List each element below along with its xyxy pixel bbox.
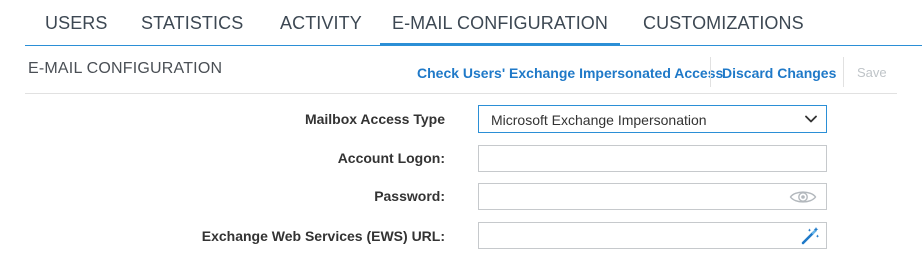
mailbox-access-type-label: Mailbox Access Type: [304, 111, 445, 127]
section-title: E-MAIL CONFIGURATION: [28, 60, 223, 77]
password-label: Password:: [374, 188, 445, 204]
ews-url-label: Exchange Web Services (EWS) URL:: [201, 228, 445, 244]
password-field: [478, 183, 827, 210]
ews-url-input[interactable]: [479, 223, 826, 248]
account-logon-field: [478, 145, 827, 172]
password-input[interactable]: [479, 184, 826, 209]
eye-icon[interactable]: [789, 189, 817, 205]
tab-bar: USERS STATISTICS ACTIVITY E-MAIL CONFIGU…: [25, 0, 922, 46]
tab-users[interactable]: USERS: [45, 13, 108, 46]
tab-email-configuration[interactable]: E-MAIL CONFIGURATION: [380, 13, 620, 46]
save-button[interactable]: Save: [857, 65, 887, 80]
ews-url-field: [478, 222, 827, 249]
mailbox-access-type-select[interactable]: Microsoft Exchange Impersonation: [478, 105, 827, 133]
account-logon-label: Account Logon:: [337, 150, 445, 166]
discard-changes-link[interactable]: Discard Changes: [722, 65, 836, 81]
account-logon-input[interactable]: [479, 146, 826, 171]
divider: [843, 57, 844, 87]
tab-activity[interactable]: ACTIVITY: [280, 13, 362, 46]
chevron-down-icon: [805, 115, 817, 123]
magic-wand-icon[interactable]: [800, 226, 820, 246]
tab-statistics[interactable]: STATISTICS: [141, 13, 243, 46]
check-impersonated-access-link[interactable]: Check Users' Exchange Impersonated Acces…: [417, 65, 723, 81]
tab-customizations[interactable]: CUSTOMIZATIONS: [643, 13, 804, 46]
divider: [710, 57, 711, 87]
mailbox-access-type-value: Microsoft Exchange Impersonation: [491, 112, 707, 128]
section-header: E-MAIL CONFIGURATION Check Users' Exchan…: [25, 50, 897, 94]
